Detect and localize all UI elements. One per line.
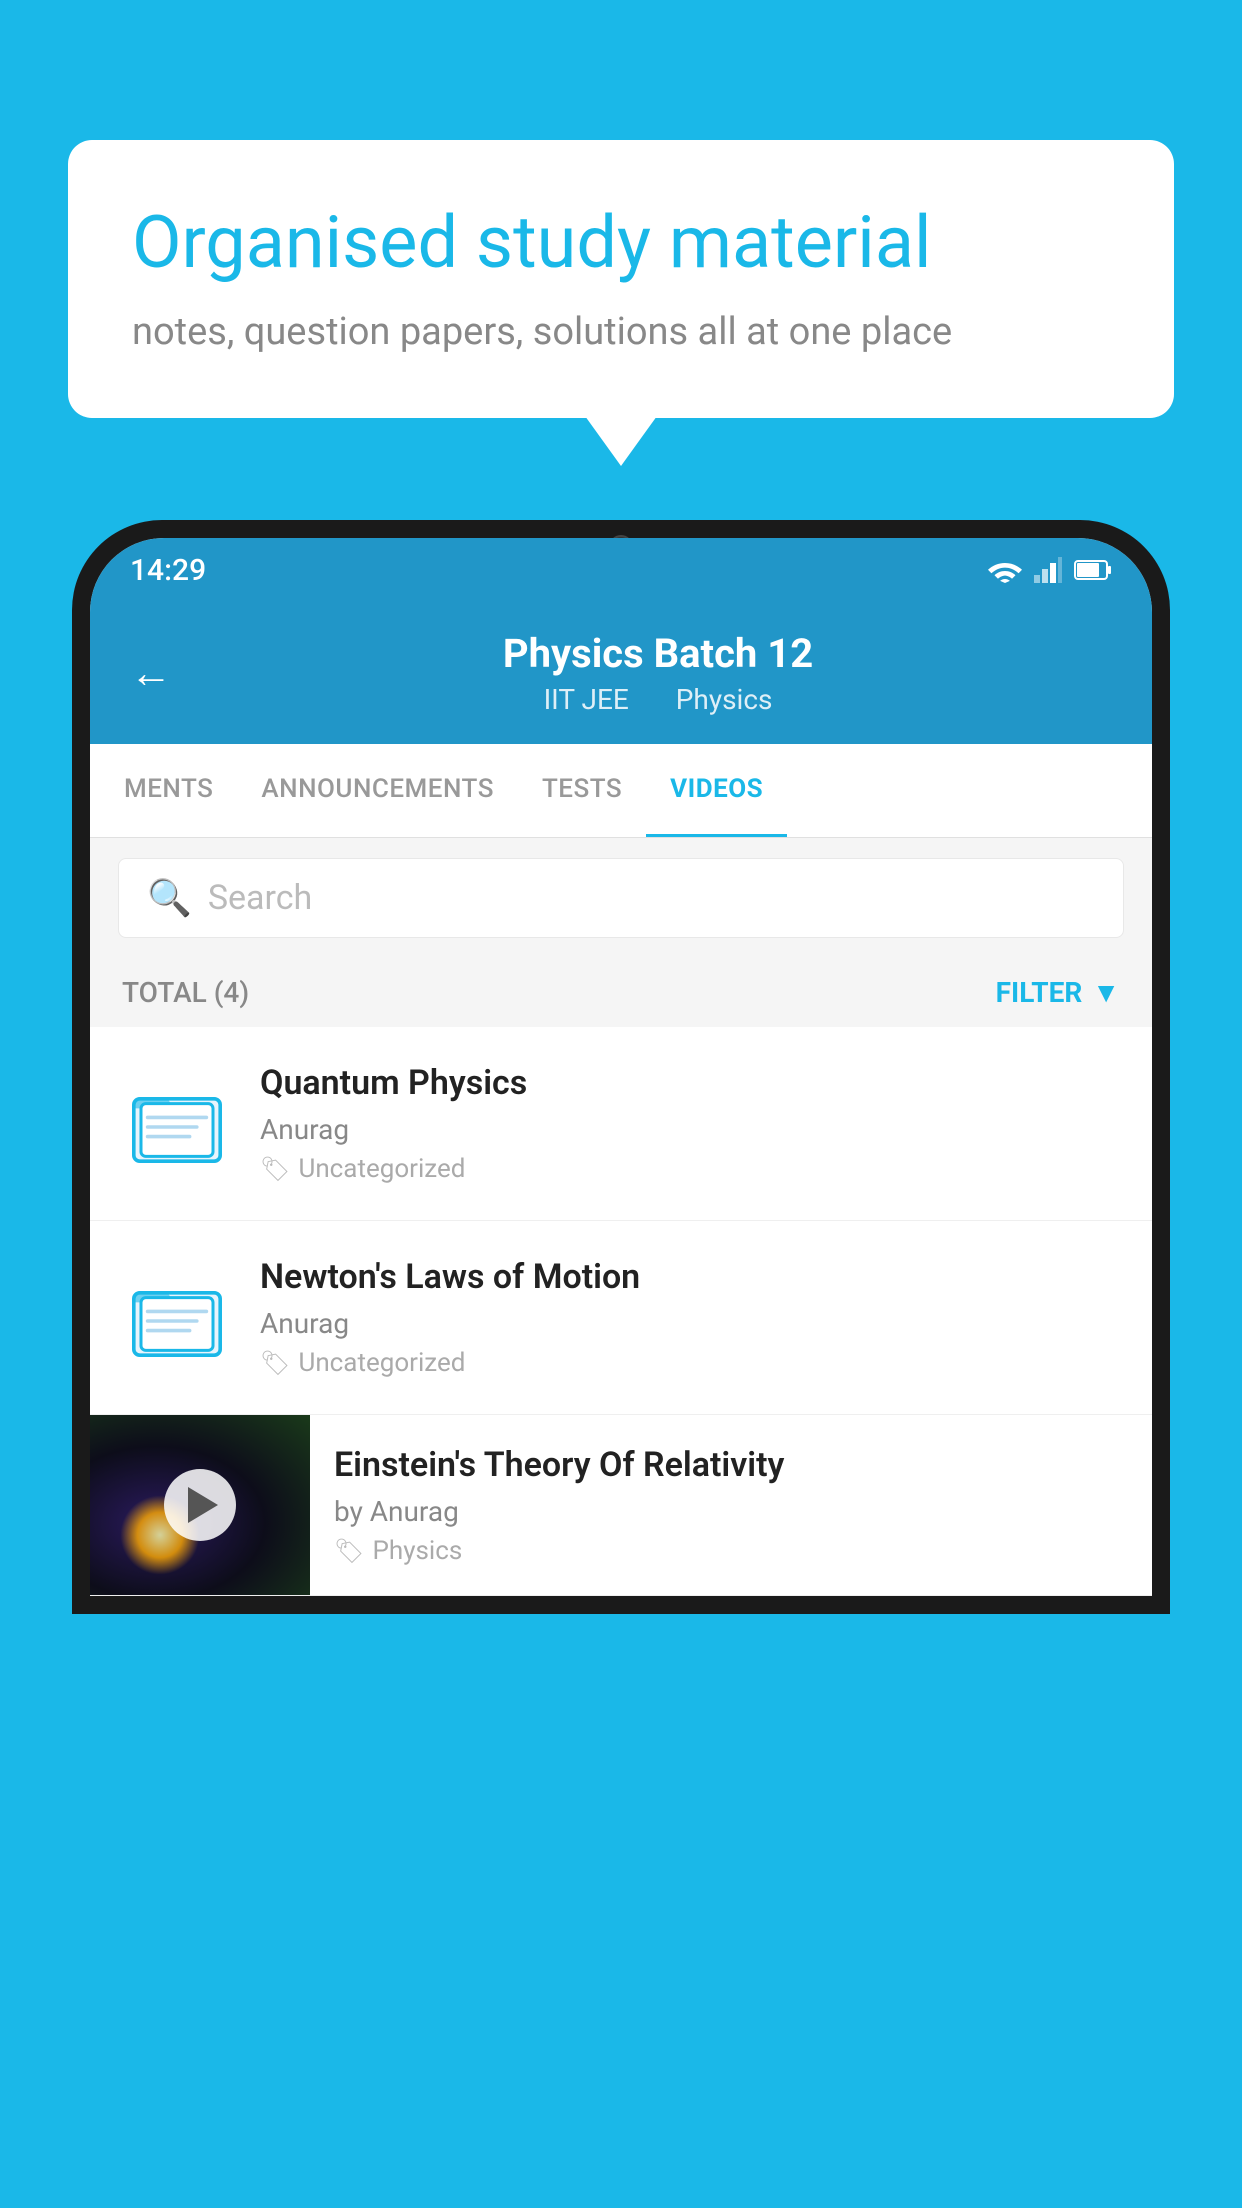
- folder-thumb-1: [122, 1069, 232, 1179]
- filter-label: FILTER: [996, 976, 1083, 1009]
- filter-bar: TOTAL (4) FILTER ▼: [90, 958, 1152, 1027]
- total-count: TOTAL (4): [122, 976, 249, 1009]
- tag-label-3: Physics: [372, 1536, 462, 1566]
- list-item[interactable]: Quantum Physics Anurag 🏷 Uncategorized: [90, 1027, 1152, 1221]
- tag-icon-3: 🏷: [334, 1537, 364, 1565]
- header-title-area: Physics Batch 12 IIT JEE Physics: [204, 630, 1112, 716]
- tab-tests[interactable]: TESTS: [518, 744, 646, 837]
- video-info-2: Newton's Laws of Motion Anurag 🏷 Uncateg…: [260, 1257, 1120, 1378]
- video-thumbnail: [90, 1415, 310, 1595]
- header-subtitle-physics: Physics: [676, 683, 773, 716]
- folder-icon: [129, 1076, 225, 1172]
- tab-announcements[interactable]: ANNOUNCEMENTS: [237, 744, 518, 837]
- video-title-3: Einstein's Theory Of Relativity: [334, 1445, 1128, 1485]
- signal-icon: [1034, 557, 1062, 583]
- phone-inner: 14:29: [90, 538, 1152, 1596]
- video-title-1: Quantum Physics: [260, 1063, 1120, 1103]
- tag-label-1: Uncategorized: [298, 1154, 465, 1184]
- header-subtitle: IIT JEE Physics: [204, 683, 1112, 716]
- search-bar[interactable]: 🔍 Search: [118, 858, 1124, 938]
- tag-label-2: Uncategorized: [298, 1348, 465, 1378]
- video-tag-2: 🏷 Uncategorized: [260, 1348, 1120, 1378]
- wifi-icon: [988, 557, 1022, 583]
- list-item[interactable]: Einstein's Theory Of Relativity by Anura…: [90, 1415, 1152, 1596]
- header-title: Physics Batch 12: [204, 630, 1112, 677]
- phone-outer: 14:29: [72, 520, 1170, 1614]
- speech-bubble-container: Organised study material notes, question…: [68, 140, 1174, 418]
- video-author-1: Anurag: [260, 1113, 1120, 1146]
- tag-icon-2: 🏷: [260, 1349, 290, 1377]
- filter-button[interactable]: FILTER ▼: [996, 976, 1120, 1009]
- tab-bar: MENTS ANNOUNCEMENTS TESTS VIDEOS: [90, 744, 1152, 838]
- video-author-3: by Anurag: [334, 1495, 1128, 1528]
- video-author-2: Anurag: [260, 1307, 1120, 1340]
- video-info-1: Quantum Physics Anurag 🏷 Uncategorized: [260, 1063, 1120, 1184]
- tab-videos[interactable]: VIDEOS: [646, 744, 787, 837]
- status-bar: 14:29: [90, 538, 1152, 602]
- header-subtitle-iitjee: IIT JEE: [544, 683, 629, 716]
- play-triangle: [188, 1487, 218, 1523]
- speech-bubble: Organised study material notes, question…: [68, 140, 1174, 418]
- video-tag-3: 🏷 Physics: [334, 1536, 1128, 1566]
- app-header: ← Physics Batch 12 IIT JEE Physics: [90, 602, 1152, 744]
- battery-icon: [1074, 559, 1112, 581]
- search-placeholder-text: Search: [208, 878, 312, 918]
- filter-icon: ▼: [1092, 976, 1120, 1009]
- bubble-title: Organised study material: [132, 200, 1110, 286]
- phone-frame: 14:29: [72, 520, 1170, 2208]
- bubble-subtitle: notes, question papers, solutions all at…: [132, 310, 1110, 354]
- search-container: 🔍 Search: [90, 838, 1152, 958]
- video-tag-1: 🏷 Uncategorized: [260, 1154, 1120, 1184]
- tab-ments[interactable]: MENTS: [100, 744, 237, 837]
- status-icons: [988, 557, 1112, 583]
- back-button[interactable]: ←: [130, 649, 172, 698]
- folder-thumb-2: [122, 1263, 232, 1373]
- list-item[interactable]: Newton's Laws of Motion Anurag 🏷 Uncateg…: [90, 1221, 1152, 1415]
- video-title-2: Newton's Laws of Motion: [260, 1257, 1120, 1297]
- folder-icon: [129, 1270, 225, 1366]
- play-button[interactable]: [164, 1469, 236, 1541]
- tag-icon-1: 🏷: [260, 1155, 290, 1183]
- video-info-3: Einstein's Theory Of Relativity by Anura…: [310, 1417, 1152, 1594]
- search-icon: 🔍: [147, 877, 192, 919]
- status-time: 14:29: [130, 553, 206, 588]
- video-list: Quantum Physics Anurag 🏷 Uncategorized: [90, 1027, 1152, 1596]
